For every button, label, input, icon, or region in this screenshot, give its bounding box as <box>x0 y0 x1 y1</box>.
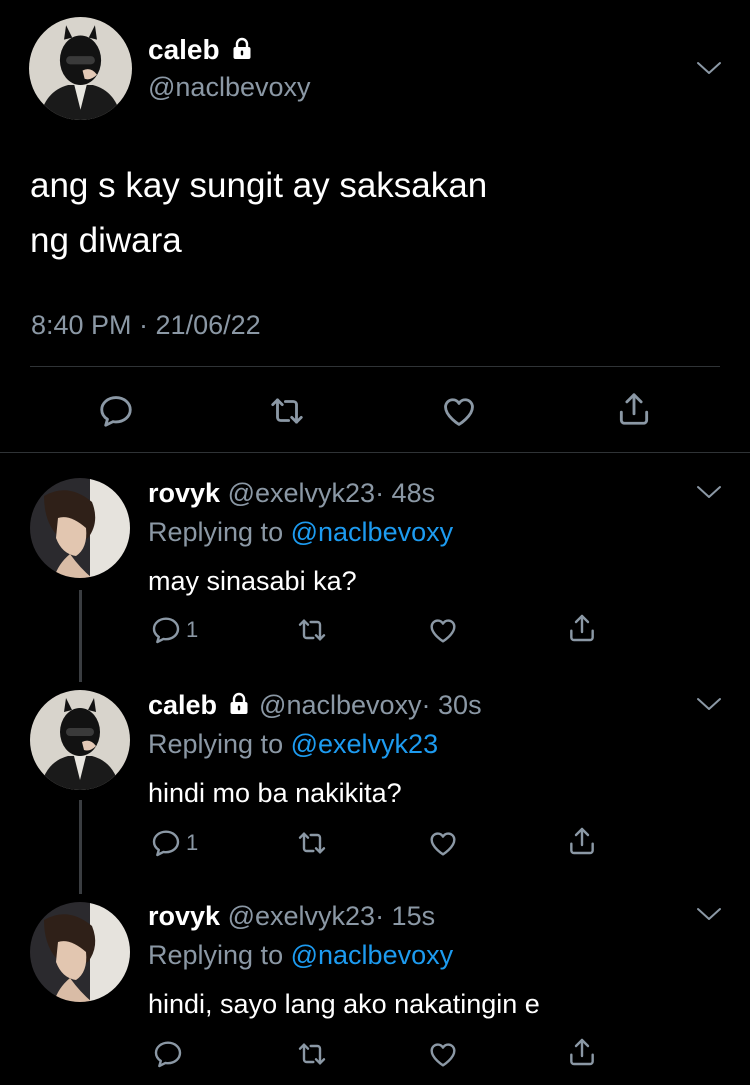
heart-icon <box>427 614 459 646</box>
mention-link[interactable]: @naclbevoxy <box>291 940 454 970</box>
replying-to: Replying to @exelvyk23 <box>148 729 438 760</box>
tweet-text-line: ang s kay sungit ay saksakan <box>30 166 488 205</box>
share-icon <box>566 1036 598 1068</box>
avatar[interactable] <box>29 17 132 120</box>
reply-header: rovyk @exelvyk23· 15s <box>148 901 435 932</box>
share-button[interactable] <box>566 1036 598 1068</box>
relative-time[interactable]: · 30s <box>422 690 482 720</box>
display-name[interactable]: rovyk <box>148 901 220 931</box>
chevron-down-icon[interactable] <box>696 696 722 712</box>
like-button[interactable] <box>440 392 478 430</box>
handle[interactable]: @naclbevoxy <box>259 690 422 720</box>
comment-icon <box>150 614 182 646</box>
retweet-icon <box>296 1038 328 1070</box>
mention-link[interactable]: @naclbevoxy <box>291 517 454 547</box>
chevron-down-icon[interactable] <box>696 60 722 76</box>
replying-label: Replying to <box>148 729 284 759</box>
reply-button[interactable]: 1 <box>150 614 198 646</box>
share-icon <box>615 390 653 428</box>
share-icon <box>566 825 598 857</box>
retweet-button[interactable] <box>296 1038 328 1070</box>
handle[interactable]: @exelvyk23 <box>228 478 375 508</box>
replying-to: Replying to @naclbevoxy <box>148 940 453 971</box>
reply-button[interactable] <box>152 1038 184 1070</box>
reply-text: hindi, sayo lang ako nakatingin e <box>148 989 540 1019</box>
tweet-text-line: ng diwara <box>30 221 182 260</box>
avatar[interactable] <box>30 902 130 1002</box>
display-name[interactable]: caleb <box>148 34 220 65</box>
author-name-row: caleb <box>148 34 254 68</box>
thread-line <box>79 800 82 894</box>
lock-icon <box>230 36 254 68</box>
heart-icon <box>427 827 459 859</box>
display-name[interactable]: rovyk <box>148 478 220 508</box>
relative-time[interactable]: · 15s <box>375 901 435 931</box>
comment-icon <box>152 1038 184 1070</box>
timestamp[interactable]: 8:40 PM · 21/06/22 <box>31 310 261 341</box>
reply-count: 1 <box>186 830 199 855</box>
mention-link[interactable]: @exelvyk23 <box>291 729 438 759</box>
divider <box>0 452 750 453</box>
avatar[interactable] <box>30 478 130 578</box>
divider <box>30 366 720 367</box>
replying-label: Replying to <box>148 517 284 547</box>
replying-to: Replying to @naclbevoxy <box>148 517 453 548</box>
like-button[interactable] <box>427 1038 459 1070</box>
like-button[interactable] <box>427 614 459 646</box>
share-button[interactable] <box>615 390 653 428</box>
share-button[interactable] <box>566 612 598 644</box>
share-icon <box>566 612 598 644</box>
lock-icon <box>227 692 251 723</box>
retweet-icon <box>268 392 306 430</box>
replying-label: Replying to <box>148 940 284 970</box>
retweet-button[interactable] <box>296 614 328 646</box>
thread-line <box>79 590 82 682</box>
reply-count: 1 <box>186 617 199 642</box>
reply-text: hindi mo ba nakikita? <box>148 778 402 808</box>
reply-text: may sinasabi ka? <box>148 566 357 596</box>
relative-time[interactable]: · 48s <box>375 478 435 508</box>
reply-button[interactable]: 1 <box>150 827 198 859</box>
chevron-down-icon[interactable] <box>696 484 722 500</box>
retweet-button[interactable] <box>296 827 328 859</box>
like-button[interactable] <box>427 827 459 859</box>
retweet-button[interactable] <box>268 392 306 430</box>
reply-header: rovyk @exelvyk23· 48s <box>148 478 435 509</box>
handle[interactable]: @naclbevoxy <box>148 72 311 103</box>
retweet-icon <box>296 614 328 646</box>
reply-button[interactable] <box>97 392 135 430</box>
chevron-down-icon[interactable] <box>696 906 722 922</box>
handle[interactable]: @exelvyk23 <box>228 901 375 931</box>
display-name[interactable]: caleb <box>148 690 217 720</box>
share-button[interactable] <box>566 825 598 857</box>
comment-icon <box>150 827 182 859</box>
retweet-icon <box>296 827 328 859</box>
comment-icon <box>97 392 135 430</box>
heart-icon <box>427 1038 459 1070</box>
heart-icon <box>440 392 478 430</box>
avatar[interactable] <box>30 690 130 790</box>
reply-header: caleb @naclbevoxy· 30s <box>148 690 482 723</box>
tweet-text: ang s kay sungit ay saksakan ng diwara <box>30 158 487 268</box>
